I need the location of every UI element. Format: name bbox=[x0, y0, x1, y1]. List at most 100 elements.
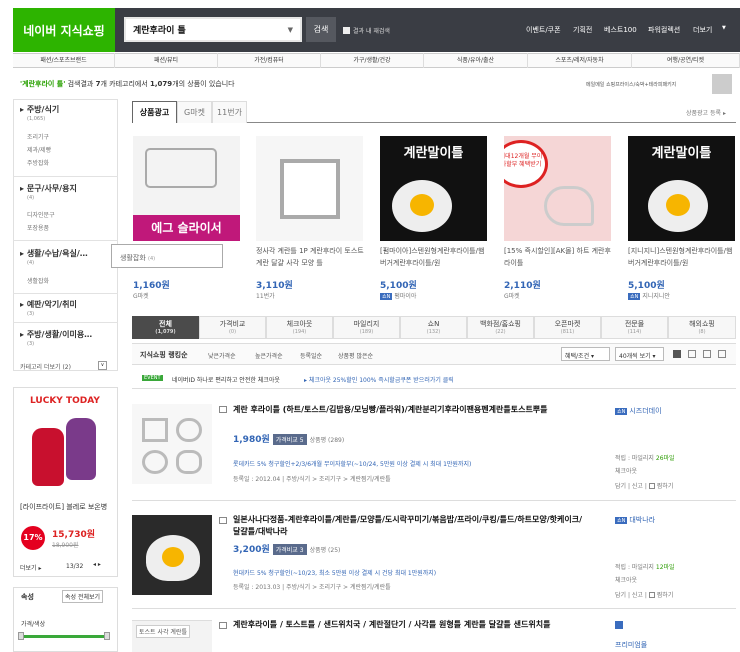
review-count[interactable]: 상품평 (289) bbox=[310, 437, 345, 444]
lucky-product[interactable]: [라이프라이트] 블레로 보온병 bbox=[20, 502, 108, 512]
compare-tab-shopn[interactable]: 쇼N (132) bbox=[400, 316, 467, 339]
product-mall[interactable]: 쇼N 지니지니안 bbox=[628, 291, 670, 300]
gallery-view-icon[interactable] bbox=[703, 350, 711, 358]
product-image[interactable]: 계란말이틀 bbox=[380, 136, 487, 241]
compare-tab-checkout[interactable]: 체크아웃 (194) bbox=[266, 316, 333, 339]
compare-tab-dept[interactable]: 백화점/홈쇼핑 (22) bbox=[467, 316, 534, 339]
chevron-down-icon[interactable]: ∨ bbox=[98, 361, 107, 370]
search-input[interactable] bbox=[126, 19, 300, 40]
sort-date[interactable]: 등록일순 bbox=[300, 351, 322, 360]
preview-icon[interactable] bbox=[219, 406, 227, 413]
item-image[interactable] bbox=[132, 515, 212, 595]
link-best[interactable]: 베스트100 bbox=[604, 25, 637, 35]
link-event[interactable]: 이벤트/쿠폰 bbox=[526, 25, 561, 35]
tab-ad[interactable]: 상품광고 bbox=[132, 101, 177, 123]
product-mall[interactable]: 11번가 bbox=[256, 291, 275, 300]
product-image[interactable]: 최대12개월 무이자할부 혜택받기 bbox=[504, 136, 611, 241]
event-link[interactable]: ▸ 체크아웃 25%할인 100% 즉시할금쿠폰 받으러가기 클릭 bbox=[304, 375, 454, 384]
side-sub[interactable]: 주방잡화 bbox=[27, 158, 49, 167]
sort-low[interactable]: 낮은가격순 bbox=[208, 351, 236, 360]
slider-handle-left[interactable] bbox=[18, 632, 24, 640]
more-categories[interactable]: 카테고리 더보기 (2) bbox=[20, 362, 71, 371]
promo-banner[interactable]: 메일메일 쇼핑프라이스/숙박+테라피패키지 bbox=[586, 81, 676, 88]
item-image[interactable] bbox=[132, 404, 212, 484]
side-sub[interactable]: 생활잡화 bbox=[27, 276, 49, 285]
compare-tab-special[interactable]: 전문몰 (114) bbox=[601, 316, 668, 339]
link-power[interactable]: 파워컬렉션 bbox=[648, 25, 680, 35]
cat-fashion-beauty[interactable]: 패션/뷰티 bbox=[115, 53, 218, 68]
item-promo[interactable]: 롯데카드 5% 청구할인+2/3/6개월 무이자할부(~10/24, 5만원 이… bbox=[233, 459, 471, 468]
slider-handle-right[interactable] bbox=[104, 632, 110, 640]
item-title[interactable]: 계란후라이틀 / 토스트틀 / 샌드위치국 / 계란절단기 / 사각틀 원형틀 … bbox=[233, 619, 595, 631]
item-actions[interactable]: 담기 | 신고 | 찜하기 bbox=[615, 481, 673, 490]
compare-tab-overseas[interactable]: 해외쇼핑 (8) bbox=[668, 316, 736, 339]
seller-name[interactable]: 쇼N 시즈더데이 bbox=[615, 406, 662, 416]
logo[interactable]: 네이버 지식쇼핑 bbox=[13, 8, 115, 52]
side-group-living[interactable]: ▸ 생활/수납/욕실/… bbox=[20, 248, 88, 259]
product-title[interactable]: 정사각 계란틀 1P 계란후라이 토스트 계란 달걀 사각 모양 틀 bbox=[256, 245, 366, 269]
compare-tab-all[interactable]: 전체 (1,079) bbox=[132, 316, 199, 339]
promo-thumb[interactable] bbox=[712, 74, 732, 94]
category-popup[interactable]: 생활잡화 (4) bbox=[111, 244, 223, 268]
cat-furniture[interactable]: 가구/생활/건강 bbox=[321, 53, 424, 68]
grid-view-icon[interactable] bbox=[688, 350, 696, 358]
price-slider[interactable] bbox=[21, 635, 107, 638]
item-title[interactable]: 일본사나다정품-계란후라이틀/계란틀/모양틀/도시락꾸미기/볶음밥/프라이/쿠킹… bbox=[233, 514, 589, 538]
seller-name[interactable]: 프리미엄몰 bbox=[615, 640, 647, 650]
more-caret-icon[interactable]: ▼ bbox=[722, 25, 726, 31]
sort-ranking[interactable]: 지식쇼핑 랭킹순 bbox=[140, 350, 188, 360]
seller-name[interactable]: 쇼N 대박나라 bbox=[615, 515, 655, 525]
product-title[interactable]: [15% 즉시할인][AK몰] 하트 계란후라이틀 bbox=[504, 245, 614, 269]
link-more[interactable]: 더보기 bbox=[693, 25, 712, 35]
product-title[interactable]: [지니지니]스텐원형계란후라이틀/햄버거계란후라이틀/원 bbox=[628, 245, 738, 269]
perpage-select[interactable]: 40개씩 보기 ▾ bbox=[615, 347, 664, 361]
side-sub[interactable]: 제과/제빵 bbox=[27, 145, 51, 154]
product-mall[interactable]: G마켓 bbox=[133, 291, 149, 300]
preview-icon[interactable] bbox=[219, 622, 227, 629]
sort-review[interactable]: 상품평 많은순 bbox=[338, 351, 373, 360]
side-sub[interactable]: 디자인문구 bbox=[27, 210, 55, 219]
item-image[interactable]: 토스트 사각 계란틀 bbox=[132, 620, 212, 652]
product-mall[interactable]: G마켓 bbox=[504, 291, 520, 300]
compact-view-icon[interactable] bbox=[718, 350, 726, 358]
side-sub[interactable]: 포장용품 bbox=[27, 223, 49, 232]
compare-button[interactable]: 가격비교 3 bbox=[272, 544, 307, 555]
filter-all-button[interactable]: 속성 전체보기 bbox=[62, 590, 104, 603]
thermos-image[interactable] bbox=[24, 410, 108, 496]
tab-gmarket[interactable]: G마켓 bbox=[177, 101, 212, 123]
cat-food[interactable]: 식품/유아/출산 bbox=[424, 53, 528, 68]
cat-fashion-brand[interactable]: 패션/스포츠브랜드 bbox=[13, 53, 115, 68]
product-mall[interactable]: 쇼N 펌마이아 bbox=[380, 291, 416, 300]
preview-icon[interactable] bbox=[219, 517, 227, 524]
side-group-stationery[interactable]: ▸ 문구/사무/용지 bbox=[20, 183, 77, 194]
cat-electronics[interactable]: 가전/컴퓨터 bbox=[218, 53, 321, 68]
item-promo[interactable]: 현대카드 5% 청구할인(~10/23, 최소 5만원 이상 결제 시 건당 최… bbox=[233, 568, 436, 577]
product-title[interactable]: [펌마이아]스텐원형계란후라이틀/햄버거계란후라이틀/원 bbox=[380, 245, 490, 269]
product-image[interactable]: 에그 슬라이서 bbox=[133, 136, 240, 241]
chevron-down-icon[interactable]: ▼ bbox=[288, 26, 293, 34]
sort-high[interactable]: 높은가격순 bbox=[255, 351, 283, 360]
product-image[interactable] bbox=[256, 136, 363, 241]
product-image[interactable]: 계란말이틀 bbox=[628, 136, 735, 241]
link-exhibit[interactable]: 기획전 bbox=[573, 25, 592, 35]
side-group-hobby[interactable]: ▸ 예판/악기/취미 bbox=[20, 299, 77, 310]
lucky-more[interactable]: 더보기 ▸ bbox=[20, 563, 41, 572]
side-sub[interactable]: 조리기구 bbox=[27, 132, 49, 141]
cat-sports[interactable]: 스포츠/레저/자동차 bbox=[528, 53, 632, 68]
within-results-checkbox[interactable]: 결과 내 재검색 bbox=[343, 26, 390, 35]
pager-arrows-icon[interactable]: ◂ ▸ bbox=[93, 561, 101, 568]
search-button[interactable]: 검색 bbox=[306, 17, 336, 42]
ad-register-link[interactable]: 상품광고 등록 ▸ bbox=[686, 108, 726, 117]
compare-tab-price[interactable]: 가격비교 (0) bbox=[199, 316, 266, 339]
tab-11st[interactable]: 11번가 bbox=[212, 101, 247, 123]
compare-button[interactable]: 가격비교 5 bbox=[272, 434, 307, 445]
side-group-kitchen2[interactable]: ▸ 주방/생활/이미용… bbox=[20, 329, 92, 340]
list-view-icon[interactable] bbox=[673, 350, 681, 358]
side-group-kitchen[interactable]: ▸ 주방/식기 bbox=[20, 104, 59, 115]
compare-tab-open[interactable]: 오픈마켓 (811) bbox=[534, 316, 601, 339]
item-actions[interactable]: 담기 | 신고 | 찜하기 bbox=[615, 590, 673, 599]
cat-travel[interactable]: 여행/공연/티켓 bbox=[632, 53, 740, 68]
search-box[interactable]: ▼ bbox=[124, 17, 302, 42]
compare-tab-mileage[interactable]: 마일리지 (189) bbox=[333, 316, 400, 339]
benefit-select[interactable]: 혜택/조건 ▾ bbox=[561, 347, 610, 361]
